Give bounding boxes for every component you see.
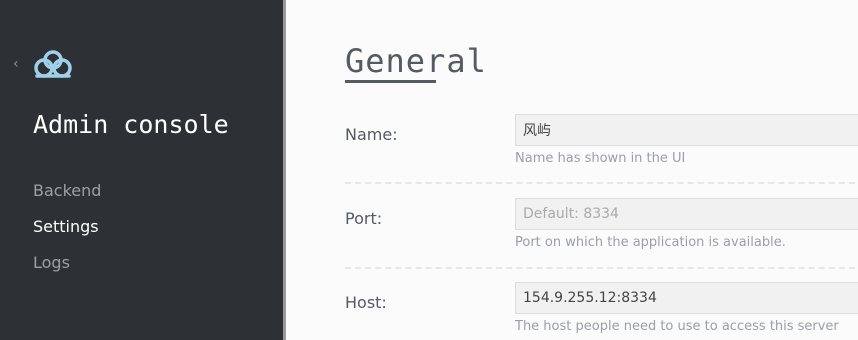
host-input[interactable]	[515, 282, 858, 314]
field-divider	[345, 182, 858, 184]
name-label: Name:	[345, 125, 398, 144]
field-divider	[345, 267, 858, 269]
host-help-text: The host people need to use to access th…	[515, 319, 839, 334]
settings-content: General Name: Name has shown in the UI P…	[286, 0, 858, 340]
port-help-text: Port on which the application is availab…	[515, 235, 786, 250]
app-title: Admin console	[33, 110, 229, 139]
sidebar-item-logs[interactable]: Logs	[33, 252, 70, 274]
name-input[interactable]	[515, 114, 858, 146]
name-help-text: Name has shown in the UI	[515, 151, 686, 166]
sidebar: ‹ Admin console Backend Settings Logs	[0, 0, 283, 340]
chevron-left-icon[interactable]: ‹	[13, 57, 25, 71]
host-label: Host:	[345, 293, 387, 312]
port-label: Port:	[345, 209, 383, 228]
section-title: General	[345, 42, 487, 80]
admin-console-window: ‹ Admin console Backend Settings Logs Ge…	[0, 0, 858, 340]
sidebar-item-backend[interactable]: Backend	[33, 180, 101, 202]
cloud-icon	[34, 50, 72, 78]
section-title-underline	[345, 80, 436, 83]
port-input[interactable]	[515, 198, 858, 230]
sidebar-item-settings[interactable]: Settings	[33, 216, 99, 238]
